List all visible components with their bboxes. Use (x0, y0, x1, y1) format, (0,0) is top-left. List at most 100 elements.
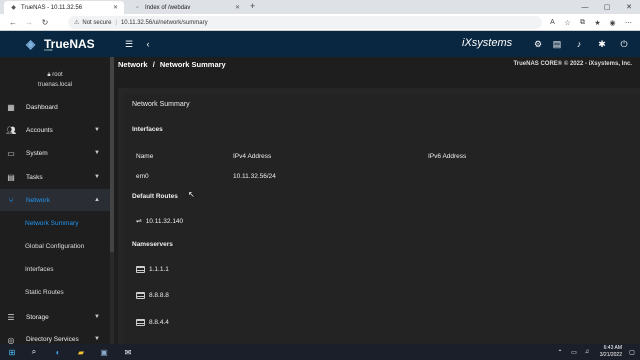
sidebar-item-tasks[interactable]: ▤ Tasks ▼ (0, 166, 110, 188)
read-aloud-icon[interactable]: A (546, 16, 559, 29)
nameserver-row: 8.8.8.8 (136, 292, 169, 299)
back-icon[interactable]: ← (6, 14, 20, 31)
network-icon: ⑂ (8, 195, 14, 205)
nameserver-row: 1.1.1.1 (136, 266, 169, 273)
more-options-icon[interactable]: ⋯ (622, 16, 635, 29)
vendor-logo[interactable]: iXsystems (462, 37, 512, 49)
server-icon (136, 266, 145, 273)
windows-start-icon[interactable]: ⊞ (4, 344, 20, 360)
truecommand-icon[interactable]: ⚙ (531, 37, 545, 51)
page-favicon-icon: ▫ (136, 4, 139, 11)
interface-ipv4: 10.11.32.56/24 (233, 173, 276, 180)
address-bar[interactable]: ⚠ Not secure | 10.11.32.56/ui/network/su… (68, 16, 542, 29)
notifications-bell-icon[interactable]: ♪ (572, 37, 586, 51)
profile-icon[interactable]: ◉ (606, 16, 619, 29)
security-label: Not secure (82, 19, 112, 26)
sidebar-subitem-interfaces[interactable]: Interfaces (0, 258, 110, 280)
route-icon: ⇌ (136, 218, 142, 225)
storage-icon: ☰ (7, 312, 15, 322)
warning-icon: ⚠ (74, 20, 80, 26)
interface-name: em0 (136, 173, 149, 180)
maximize-button[interactable]: ▢ (596, 0, 618, 14)
interfaces-heading: Interfaces (132, 126, 163, 133)
browser-tab-bar: ◆ TrueNAS - 10.11.32.56 ✕ ▫ Index of /we… (0, 0, 640, 14)
forward-icon[interactable]: → (22, 14, 36, 31)
breadcrumb-network-link[interactable]: Network (118, 60, 148, 69)
notification-center-icon[interactable]: ▢ (624, 344, 640, 360)
collections-icon[interactable]: ⧉ (576, 16, 589, 29)
username: root (52, 72, 63, 78)
reload-icon[interactable]: ↻ (38, 14, 52, 31)
route-address: 10.11.32.140 (145, 218, 184, 225)
brand-edition: CORE (44, 48, 53, 52)
volume-icon[interactable]: ♫ (579, 344, 595, 360)
dashboard-icon: ▦ (7, 102, 15, 112)
default-routes-heading: Default Routes (132, 193, 178, 200)
file-explorer-icon[interactable]: ▰ (73, 344, 89, 360)
tab-title: TrueNAS - 10.11.32.56 (21, 4, 83, 11)
collapse-chevron-icon[interactable]: ‹ (141, 37, 155, 51)
network-summary-card (124, 94, 640, 344)
settings-gear-icon[interactable]: ✱ (595, 37, 609, 51)
truenas-favicon-icon: ◆ (11, 5, 16, 11)
store-icon[interactable]: ▣ (96, 344, 112, 360)
minimize-button[interactable]: — (574, 0, 596, 14)
column-ipv4: IPv4 Address (233, 153, 272, 160)
browser-tab-webdav[interactable]: ▫ Index of /webdav ✕ (128, 1, 246, 14)
tab-title: Index of /webdav (145, 4, 191, 11)
mouse-cursor-icon: ↖ (188, 190, 195, 199)
nameservers-heading: Nameservers (132, 241, 173, 248)
sidebar-item-network[interactable]: ⑂ Network ▲ (0, 189, 110, 211)
chevron-down-icon: ▼ (94, 336, 100, 342)
breadcrumb-current: Network Summary (159, 60, 226, 69)
chevron-down-icon: ▼ (94, 314, 100, 320)
power-icon[interactable]: ⏻ (617, 37, 631, 51)
favorite-star-icon[interactable]: ☆ (561, 16, 574, 29)
nameserver-address: 8.8.8.8 (149, 292, 169, 300)
vendor-name: iXsystems (462, 37, 513, 49)
nameserver-address: 8.8.4.4 (149, 319, 169, 327)
server-icon (136, 319, 145, 326)
lock-icon: 🔒︎ (47, 72, 51, 78)
close-tab-icon[interactable]: ✕ (235, 4, 240, 11)
chevron-up-icon: ▲ (94, 197, 100, 203)
clock-date: 3/21/2022 (599, 352, 622, 358)
edge-browser-icon[interactable]: ◐ (50, 344, 66, 360)
url-text: 10.11.32.56/ui/network/summary (120, 19, 208, 26)
menu-toggle-icon[interactable]: ☰ (122, 37, 136, 51)
close-tab-icon[interactable]: ✕ (113, 4, 118, 11)
nameserver-row: 8.8.4.4 (136, 319, 169, 326)
sidebar-item-dashboard[interactable]: ▦ Dashboard (0, 96, 110, 118)
tasks-icon: ▤ (7, 172, 15, 182)
sidebar-scrollbar[interactable] (110, 57, 114, 344)
sidebar-item-directory-services[interactable]: ◎ Directory Services ▼ (0, 329, 110, 344)
accounts-icon: 👥︎ (6, 125, 17, 135)
taskbar-clock[interactable]: 6:43 AM 3/21/2022 (600, 344, 622, 359)
mail-icon[interactable]: ✉ (120, 344, 136, 360)
favorites-icon[interactable]: ★ (591, 16, 604, 29)
browser-tab-truenas[interactable]: ◆ TrueNAS - 10.11.32.56 ✕ (4, 1, 124, 14)
sidebar-item-storage[interactable]: ☰ Storage ▼ (0, 306, 110, 328)
card-title: Network Summary (132, 101, 190, 108)
sidebar-item-system[interactable]: ▭ System ▼ (0, 142, 110, 164)
breadcrumb: Network / Network Summary (118, 60, 226, 69)
close-window-button[interactable]: ✕ (618, 0, 640, 14)
chevron-down-icon: ▼ (94, 174, 100, 180)
column-name: Name (136, 153, 154, 160)
server-icon (136, 292, 145, 299)
clipboard-icon[interactable]: ▤ (550, 37, 564, 51)
nameserver-address: 1.1.1.1 (149, 266, 169, 274)
directory-services-icon: ◎ (7, 336, 15, 344)
column-ipv6: IPv6 Address (428, 153, 467, 160)
browser-toolbar: ← → ↻ ⚠ Not secure | 10.11.32.56/ui/netw… (0, 14, 640, 31)
chevron-down-icon: ▼ (94, 150, 100, 156)
sidebar-subitem-global-configuration[interactable]: Global Configuration (0, 235, 110, 257)
hostname: truenas.local (37, 82, 73, 88)
sidebar-item-accounts[interactable]: 👥︎ Accounts ▼ (0, 119, 110, 141)
new-tab-button[interactable]: + (250, 1, 255, 11)
search-icon[interactable]: ⌕ (26, 344, 42, 360)
truenas-logo[interactable]: ◈ TrueNAS CORE (26, 33, 95, 55)
sidebar-subitem-network-summary[interactable]: Network Summary (0, 212, 110, 234)
sidebar-subitem-static-routes[interactable]: Static Routes (0, 281, 110, 303)
truenas-logo-icon: ◈ (26, 37, 36, 51)
